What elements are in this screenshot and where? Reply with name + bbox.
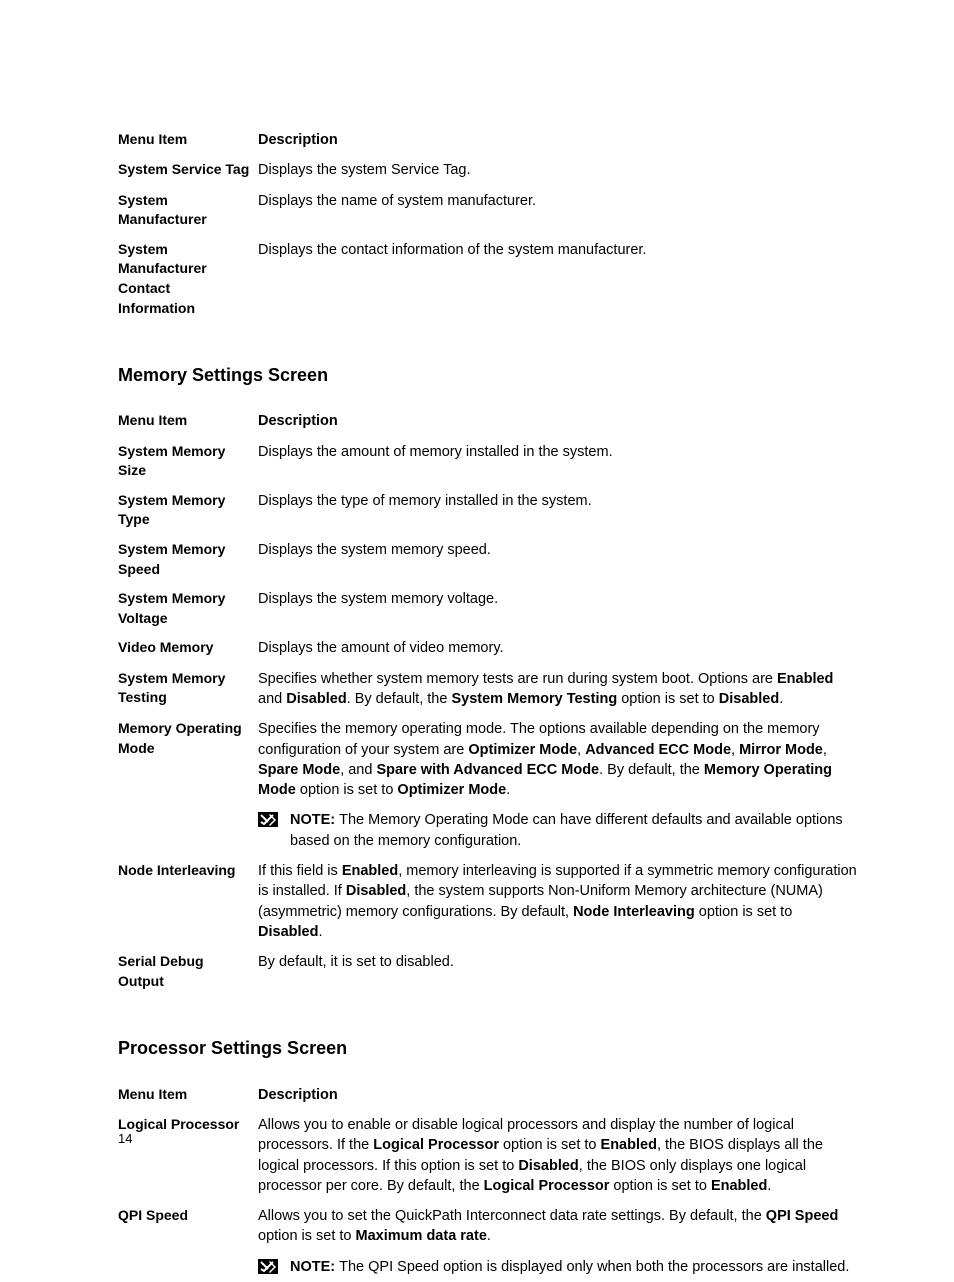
processor-settings-table: Menu Item Description Logical Processor … [118, 1080, 859, 1282]
menu-item-desc: Specifies whether system memory tests ar… [258, 664, 859, 715]
table-header-row: Menu Item Description [118, 406, 859, 436]
menu-item-desc: Displays the contact information of the … [258, 235, 859, 323]
menu-item-desc: Allows you to enable or disable logical … [258, 1110, 859, 1201]
menu-item-label: System Manufacturer Contact Information [118, 235, 258, 323]
processor-settings-heading: Processor Settings Screen [118, 1036, 859, 1061]
menu-item-label: Serial Debug Output [118, 947, 258, 996]
note-text: NOTE: The Memory Operating Mode can have… [290, 810, 859, 851]
column-header-desc: Description [258, 125, 859, 155]
menu-item-desc: Specifies the memory operating mode. The… [258, 714, 859, 856]
table-row: System Memory Size Displays the amount o… [118, 437, 859, 486]
menu-item-desc: Displays the type of memory installed in… [258, 486, 859, 535]
menu-item-desc: Displays the amount of video memory. [258, 633, 859, 663]
table-row: System Manufacturer Contact Information … [118, 235, 859, 323]
menu-item-desc: Displays the system memory speed. [258, 535, 859, 584]
menu-item-label: QPI Speed [118, 1201, 258, 1282]
menu-item-label: Memory Operating Mode [118, 714, 258, 856]
menu-item-label: Logical Processor [118, 1110, 258, 1201]
column-header-desc: Description [258, 406, 859, 436]
memory-settings-table: Menu Item Description System Memory Size… [118, 406, 859, 996]
system-info-table: Menu Item Description System Service Tag… [118, 125, 859, 323]
menu-item-label: System Memory Testing [118, 664, 258, 715]
menu-item-desc: Displays the system memory voltage. [258, 584, 859, 633]
menu-item-label: System Memory Voltage [118, 584, 258, 633]
table-row: QPI Speed Allows you to set the QuickPat… [118, 1201, 859, 1282]
page-number: 14 [118, 1130, 132, 1148]
menu-item-desc: If this field is Enabled, memory interle… [258, 856, 859, 947]
note-icon [258, 1259, 278, 1274]
menu-item-desc: Displays the system Service Tag. [258, 155, 859, 185]
menu-item-label: System Manufacturer [118, 186, 258, 235]
menu-item-label: System Memory Speed [118, 535, 258, 584]
note-text: NOTE: The QPI Speed option is displayed … [290, 1257, 849, 1277]
note-block: NOTE: The QPI Speed option is displayed … [258, 1257, 859, 1277]
table-row: System Service Tag Displays the system S… [118, 155, 859, 185]
table-row: System Manufacturer Displays the name of… [118, 186, 859, 235]
note-icon [258, 812, 278, 827]
note-block: NOTE: The Memory Operating Mode can have… [258, 810, 859, 851]
menu-item-label: System Memory Size [118, 437, 258, 486]
menu-item-label: Node Interleaving [118, 856, 258, 947]
menu-item-label: System Service Tag [118, 155, 258, 185]
column-header-desc: Description [258, 1080, 859, 1110]
memory-settings-heading: Memory Settings Screen [118, 363, 859, 388]
menu-item-label: System Memory Type [118, 486, 258, 535]
table-row: System Memory Testing Specifies whether … [118, 664, 859, 715]
column-header-menu: Menu Item [118, 1080, 258, 1110]
table-row: System Memory Speed Displays the system … [118, 535, 859, 584]
table-header-row: Menu Item Description [118, 125, 859, 155]
table-row: Video Memory Displays the amount of vide… [118, 633, 859, 663]
table-row: System Memory Type Displays the type of … [118, 486, 859, 535]
menu-item-desc: Displays the name of system manufacturer… [258, 186, 859, 235]
menu-item-label: Video Memory [118, 633, 258, 663]
table-row: Node Interleaving If this field is Enabl… [118, 856, 859, 947]
table-row: Logical Processor Allows you to enable o… [118, 1110, 859, 1201]
menu-item-desc: By default, it is set to disabled. [258, 947, 859, 996]
menu-item-desc: Displays the amount of memory installed … [258, 437, 859, 486]
table-header-row: Menu Item Description [118, 1080, 859, 1110]
menu-item-desc: Allows you to set the QuickPath Intercon… [258, 1201, 859, 1282]
table-row: Serial Debug Output By default, it is se… [118, 947, 859, 996]
column-header-menu: Menu Item [118, 125, 258, 155]
table-row: Memory Operating Mode Specifies the memo… [118, 714, 859, 856]
table-row: System Memory Voltage Displays the syste… [118, 584, 859, 633]
column-header-menu: Menu Item [118, 406, 258, 436]
